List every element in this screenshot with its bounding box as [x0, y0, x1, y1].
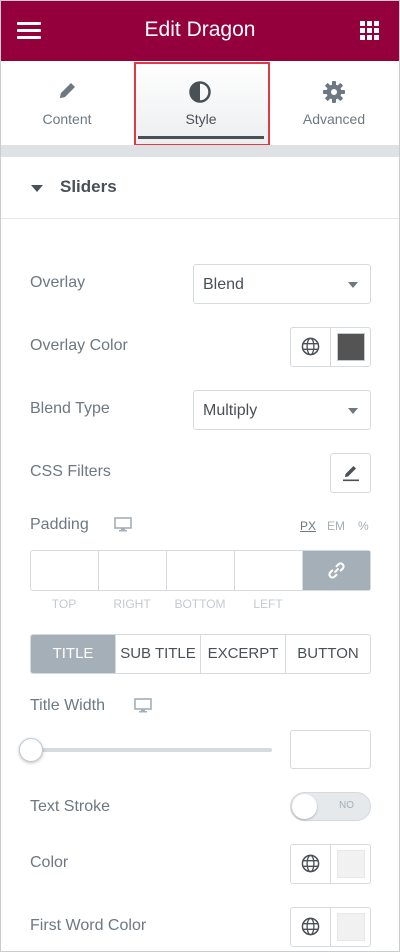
- globe-icon: [301, 337, 320, 356]
- section-title: Sliders: [60, 177, 117, 196]
- desktop-icon[interactable]: [114, 517, 132, 532]
- panel-title: Edit Dragon: [144, 18, 256, 41]
- caret-down-icon: [31, 185, 43, 192]
- section-sliders-toggle[interactable]: Sliders: [1, 157, 399, 219]
- globe-icon: [301, 854, 320, 873]
- tab-advanced[interactable]: Advanced: [268, 61, 399, 145]
- link-icon: [328, 562, 345, 579]
- desktop-icon[interactable]: [134, 698, 152, 713]
- title-width-slider[interactable]: [31, 748, 272, 752]
- editor-panel: Edit Dragon Content Style Advanced Slide…: [0, 0, 400, 952]
- padding-bottom-label: BOTTOM: [174, 597, 226, 611]
- first-word-color-control: [290, 907, 371, 947]
- active-tab-indicator: [138, 136, 264, 139]
- panel-tabs: Content Style Advanced: [1, 61, 399, 145]
- blend-type-label: Blend Type: [30, 400, 110, 417]
- style-target-tabs: TITLE SUB TITLE EXCERPT BUTTON: [30, 634, 371, 674]
- title-width-input[interactable]: [290, 730, 371, 769]
- tab-title[interactable]: TITLE: [31, 635, 116, 673]
- padding-bottom-input[interactable]: [167, 551, 235, 590]
- padding-right-input[interactable]: [99, 551, 167, 590]
- color-swatch[interactable]: [337, 850, 365, 878]
- toggle-knob: [292, 794, 317, 819]
- padding-label: Padding: [30, 516, 89, 533]
- gear-icon: [323, 81, 345, 103]
- first-word-color-swatch[interactable]: [337, 913, 365, 941]
- overlay-select[interactable]: Blend: [193, 264, 371, 304]
- title-width-label: Title Width: [30, 697, 105, 714]
- padding-top-input[interactable]: [31, 551, 99, 590]
- unit-px[interactable]: PX: [300, 519, 316, 533]
- global-colors-button[interactable]: [291, 908, 331, 946]
- tab-sub-title[interactable]: SUB TITLE: [116, 635, 201, 673]
- globe-icon: [301, 917, 320, 936]
- tab-content[interactable]: Content: [1, 61, 133, 145]
- first-word-color-label: First Word Color: [30, 917, 147, 934]
- panel-header: Edit Dragon: [1, 1, 399, 61]
- chevron-down-icon: [348, 408, 358, 414]
- chevron-down-icon: [348, 282, 358, 288]
- blend-type-select-value: Multiply: [203, 402, 258, 419]
- padding-inputs: [30, 550, 371, 591]
- title-width-slider-handle[interactable]: [19, 738, 43, 762]
- unit-em[interactable]: EM: [327, 519, 345, 533]
- grid-icon[interactable]: [360, 21, 380, 41]
- tab-excerpt[interactable]: EXCERPT: [201, 635, 286, 673]
- padding-left-input[interactable]: [235, 551, 303, 590]
- tab-style-label: Style: [185, 111, 217, 127]
- overlay-color-control: [290, 327, 371, 367]
- tab-button[interactable]: BUTTON: [286, 635, 370, 673]
- text-stroke-label: Text Stroke: [30, 798, 111, 815]
- section-divider: [1, 145, 399, 157]
- overlay-label: Overlay: [30, 274, 86, 291]
- css-filters-label: CSS Filters: [30, 463, 111, 480]
- global-colors-button[interactable]: [291, 328, 331, 366]
- toggle-state-text: NO: [339, 800, 354, 811]
- pencil-icon: [343, 466, 359, 482]
- tab-style[interactable]: Style: [134, 61, 268, 145]
- half-circle-icon: [189, 81, 211, 103]
- global-colors-button[interactable]: [291, 845, 331, 883]
- tab-advanced-label: Advanced: [302, 111, 366, 127]
- overlay-select-value: Blend: [203, 276, 244, 293]
- overlay-color-swatch[interactable]: [337, 333, 365, 361]
- text-stroke-toggle[interactable]: NO: [290, 792, 371, 821]
- padding-left-label: LEFT: [253, 597, 283, 611]
- overlay-color-label: Overlay Color: [30, 337, 128, 354]
- pencil-icon: [60, 83, 75, 98]
- unit-percent[interactable]: %: [358, 519, 369, 533]
- tab-content-label: Content: [42, 111, 92, 127]
- link-values-button[interactable]: [303, 551, 370, 590]
- padding-top-label: TOP: [51, 597, 77, 611]
- color-label: Color: [30, 854, 69, 871]
- css-filters-edit-button[interactable]: [330, 453, 371, 493]
- padding-right-label: RIGHT: [113, 597, 151, 611]
- blend-type-select[interactable]: Multiply: [193, 390, 371, 430]
- color-control: [290, 844, 371, 884]
